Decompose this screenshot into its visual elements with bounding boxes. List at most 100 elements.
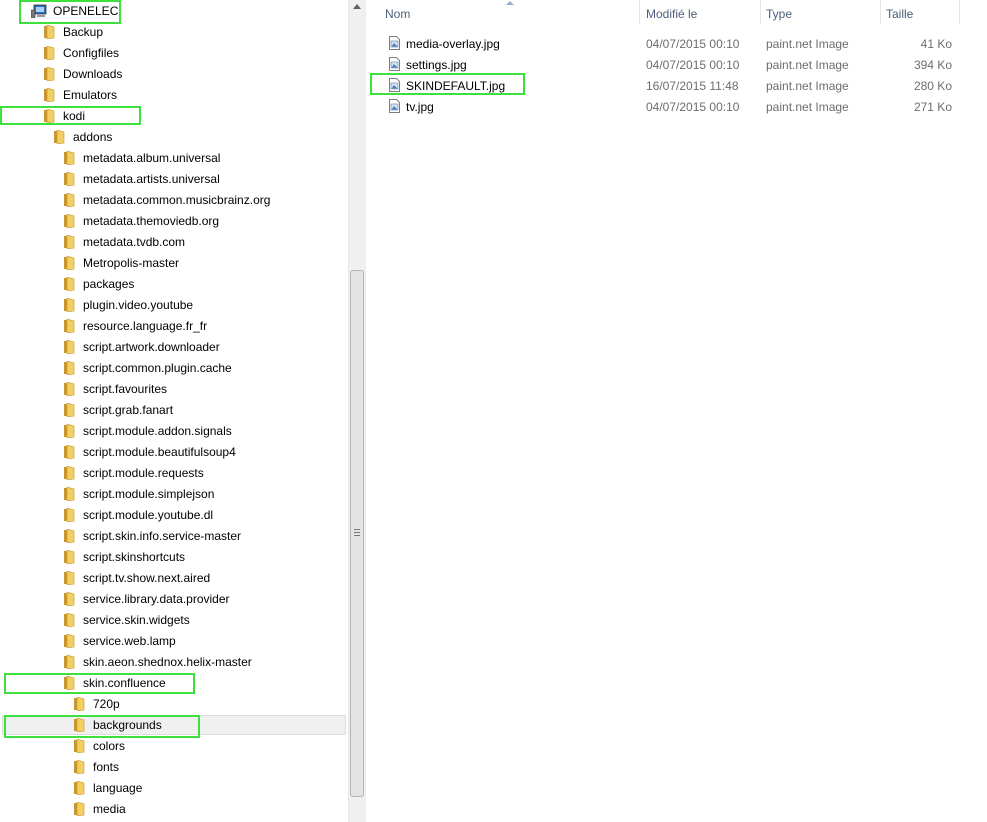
- tree-item[interactable]: Configfiles: [0, 43, 346, 63]
- column-header-size[interactable]: Taille: [881, 0, 959, 24]
- tree-item[interactable]: kodi: [0, 106, 346, 126]
- folder-icon: [63, 192, 75, 208]
- tree-item[interactable]: script.artwork.downloader: [0, 337, 346, 357]
- column-header-name[interactable]: Nom: [368, 0, 639, 24]
- tree-item[interactable]: script.skinshortcuts: [0, 547, 346, 567]
- tree-item[interactable]: 720p: [0, 694, 346, 714]
- tree-item[interactable]: OPENELEC: [0, 1, 346, 21]
- file-modified: 16/07/2015 11:48: [646, 79, 739, 93]
- folder-icon: [43, 108, 55, 124]
- folder-icon: [63, 528, 75, 544]
- file-modified: 04/07/2015 00:10: [646, 37, 740, 51]
- tree-item[interactable]: Emulators: [0, 85, 346, 105]
- tree-item[interactable]: script.skin.info.service-master: [0, 526, 346, 546]
- tree-item[interactable]: addons: [0, 127, 346, 147]
- tree-item[interactable]: service.web.lamp: [0, 631, 346, 651]
- folder-icon: [63, 591, 75, 607]
- tree-item-label: Configfiles: [63, 46, 120, 60]
- folder-icon: [73, 759, 85, 775]
- tree-item[interactable]: service.skin.widgets: [0, 610, 346, 630]
- folder-icon: [43, 24, 55, 40]
- tree-item[interactable]: metadata.artists.universal: [0, 169, 346, 189]
- tree-item[interactable]: packages: [0, 274, 346, 294]
- folder-icon: [63, 234, 75, 250]
- tree-item-label: script.tv.show.next.aired: [83, 571, 211, 585]
- scrollbar-thumb[interactable]: [350, 270, 364, 797]
- tree-item[interactable]: resource.language.fr_fr: [0, 316, 346, 336]
- tree-item-label: OPENELEC: [53, 4, 119, 18]
- folder-icon: [63, 486, 75, 502]
- file-type: paint.net Image: [766, 58, 849, 72]
- tree-item[interactable]: colors: [0, 736, 346, 756]
- tree-item-label: resource.language.fr_fr: [83, 319, 208, 333]
- tree-item[interactable]: Metropolis-master: [0, 253, 346, 273]
- tree-item-label: script.artwork.downloader: [83, 340, 220, 354]
- tree-scrollbar[interactable]: [348, 0, 365, 822]
- folder-icon: [63, 444, 75, 460]
- tree-item[interactable]: plugin.video.youtube: [0, 295, 346, 315]
- image-file-icon: [389, 78, 400, 92]
- tree-item[interactable]: Backup: [0, 22, 346, 42]
- file-type: paint.net Image: [766, 37, 849, 51]
- tree-item-label: language: [93, 781, 143, 795]
- tree-item-label: packages: [83, 277, 135, 291]
- tree-item-label: metadata.common.musicbrainz.org: [83, 193, 271, 207]
- tree-item[interactable]: script.module.beautifulsoup4: [0, 442, 346, 462]
- folder-icon: [63, 423, 75, 439]
- tree-item[interactable]: service.library.data.provider: [0, 589, 346, 609]
- tree-item[interactable]: metadata.common.musicbrainz.org: [0, 190, 346, 210]
- folder-icon: [73, 717, 85, 733]
- tree-item[interactable]: metadata.themoviedb.org: [0, 211, 346, 231]
- column-header-name-label: Nom: [385, 7, 411, 21]
- tree-item[interactable]: media: [0, 799, 346, 819]
- column-divider[interactable]: [959, 0, 960, 24]
- file-size: 280 Ko: [913, 79, 952, 93]
- file-row[interactable]: tv.jpg 04/07/2015 00:10 paint.net Image 271…: [368, 96, 987, 117]
- sort-ascending-icon: [506, 1, 514, 5]
- tree-item-label: script.grab.fanart: [83, 403, 174, 417]
- file-row[interactable]: media-overlay.jpg 04/07/2015 00:10 paint.n…: [368, 33, 987, 54]
- tree-item-label: Backup: [63, 25, 104, 39]
- tree-item[interactable]: skin.aeon.shednox.helix-master: [0, 652, 346, 672]
- file-row[interactable]: SKINDEFAULT.jpg 16/07/2015 11:48 paint.net…: [368, 75, 987, 96]
- folder-icon: [63, 570, 75, 586]
- file-row[interactable]: settings.jpg 04/07/2015 00:10 paint.net Im…: [368, 54, 987, 75]
- tree-item[interactable]: skin.confluence: [0, 673, 346, 693]
- column-header-type-label: Type: [766, 7, 793, 21]
- tree-item-label: script.skinshortcuts: [83, 550, 186, 564]
- column-header-type[interactable]: Type: [761, 0, 880, 24]
- file-type: paint.net Image: [766, 100, 849, 114]
- tree-item[interactable]: script.tv.show.next.aired: [0, 568, 346, 588]
- tree-item[interactable]: script.module.requests: [0, 463, 346, 483]
- column-header-modified[interactable]: Modifié le: [640, 0, 760, 24]
- tree-item-label: 720p: [93, 697, 120, 711]
- tree-item[interactable]: script.module.youtube.dl: [0, 505, 346, 525]
- tree-item[interactable]: backgrounds: [0, 715, 346, 735]
- computer-icon: [30, 4, 47, 19]
- file-name: media-overlay.jpg: [406, 37, 500, 51]
- tree-item[interactable]: Downloads: [0, 64, 346, 84]
- tree-item[interactable]: script.favourites: [0, 379, 346, 399]
- tree-item-label: kodi: [63, 109, 86, 123]
- tree-item-label: metadata.themoviedb.org: [83, 214, 220, 228]
- tree-item[interactable]: script.module.simplejson: [0, 484, 346, 504]
- tree-item[interactable]: metadata.tvdb.com: [0, 232, 346, 252]
- tree-item[interactable]: script.grab.fanart: [0, 400, 346, 420]
- tree-item[interactable]: script.module.addon.signals: [0, 421, 346, 441]
- image-file-icon: [389, 99, 400, 113]
- scroll-up-icon[interactable]: [353, 4, 361, 9]
- column-header-modified-label: Modifié le: [646, 7, 698, 21]
- tree-item-label: colors: [93, 739, 126, 753]
- folder-icon: [63, 213, 75, 229]
- folder-icon: [43, 45, 55, 61]
- tree-item-label: Metropolis-master: [83, 256, 180, 270]
- navigation-tree: OPENELEC Backup Configfiles Downloads Emulat…: [0, 0, 348, 822]
- file-size: 394 Ko: [913, 58, 952, 72]
- scrollbar-grip-icon: [354, 529, 360, 536]
- tree-item[interactable]: metadata.album.universal: [0, 148, 346, 168]
- tree-item[interactable]: script.common.plugin.cache: [0, 358, 346, 378]
- folder-icon: [73, 696, 85, 712]
- tree-item-label: service.library.data.provider: [83, 592, 230, 606]
- tree-item[interactable]: fonts: [0, 757, 346, 777]
- tree-item[interactable]: language: [0, 778, 346, 798]
